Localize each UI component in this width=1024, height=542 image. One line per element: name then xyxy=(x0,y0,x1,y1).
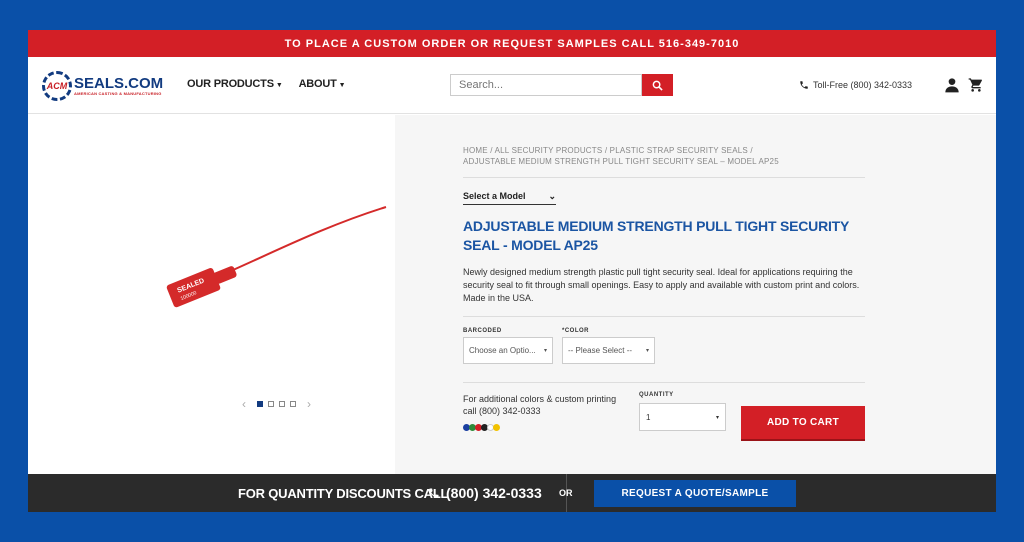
product-gallery: SEALED 100000 ‹ › xyxy=(28,115,395,474)
site-logo[interactable]: ACM SEALS.COM AMERICAN CASTING & MANUFAC… xyxy=(42,71,163,101)
search-button[interactable] xyxy=(642,74,673,96)
color-swatches xyxy=(463,424,500,431)
logo-mark: ACM xyxy=(46,81,68,91)
gallery-dot[interactable] xyxy=(268,401,274,407)
chevron-left-icon[interactable]: ‹ xyxy=(242,397,246,411)
product-description: Newly designed medium strength plastic p… xyxy=(463,267,860,303)
logo-tagline: AMERICAN CASTING & MANUFACTURING xyxy=(74,91,162,96)
gear-logo-icon: ACM xyxy=(42,71,72,101)
caret-down-icon: ▾ xyxy=(543,348,547,354)
tollfree-text: Toll-Free (800) 342-0333 xyxy=(813,80,913,90)
breadcrumb[interactable]: HOME / ALL SECURITY PRODUCTS / PLASTIC S… xyxy=(463,145,863,167)
breadcrumb-line-1[interactable]: HOME / ALL SECURITY PRODUCTS / PLASTIC S… xyxy=(463,145,863,156)
page-frame: TO PLACE A CUSTOM ORDER OR REQUEST SAMPL… xyxy=(28,30,996,512)
barcoded-select-value: Choose an Optio... xyxy=(469,346,536,355)
nav-our-products[interactable]: OUR PRODUCTS ▼ xyxy=(187,78,283,90)
color-select-value: -- Please Select -- xyxy=(568,346,633,355)
barcoded-select[interactable]: Choose an Optio... ▾ xyxy=(463,337,553,364)
add-to-cart-button[interactable]: ADD TO CART xyxy=(741,406,865,439)
user-icon xyxy=(945,78,959,93)
divider xyxy=(463,316,865,317)
nav-about-label: ABOUT xyxy=(298,78,337,90)
quantity-label: QUANTITY xyxy=(639,392,674,398)
barcoded-label: BARCODED xyxy=(463,328,502,334)
or-label: OR xyxy=(559,488,573,498)
color-label: *COLOR xyxy=(562,328,589,334)
additional-colors-info: For additional colors & custom printing … xyxy=(463,394,617,416)
discount-phone-number: (800) 342-0333 xyxy=(446,485,542,501)
cart-button[interactable] xyxy=(968,77,984,98)
quantity-select[interactable]: 1 ▾ xyxy=(639,403,726,431)
discount-phone[interactable]: (800) 342-0333 xyxy=(428,485,542,501)
gallery-controls: ‹ › xyxy=(236,397,317,411)
discount-text: FOR QUANTITY DISCOUNTS CALL xyxy=(238,486,449,501)
promo-banner-text: TO PLACE A CUSTOM ORDER OR REQUEST SAMPL… xyxy=(284,37,740,50)
discount-bar: FOR QUANTITY DISCOUNTS CALL (800) 342-03… xyxy=(28,474,996,512)
product-section: SEALED 100000 ‹ › HOME / ALL SECURITY PR… xyxy=(28,115,996,474)
phone-icon xyxy=(429,488,439,498)
main-nav: OUR PRODUCTS ▼ ABOUT ▼ xyxy=(187,78,346,90)
caret-down-icon: ▼ xyxy=(338,82,346,89)
divider xyxy=(463,382,865,383)
quantity-value: 1 xyxy=(646,412,651,422)
product-title: ADJUSTABLE MEDIUM STRENGTH PULL TIGHT SE… xyxy=(463,218,849,253)
gallery-dot[interactable] xyxy=(290,401,296,407)
caret-down-icon: ▾ xyxy=(715,414,719,421)
caret-down-icon: ▾ xyxy=(645,348,649,354)
tollfree-phone[interactable]: Toll-Free (800) 342-0333 xyxy=(799,80,912,90)
nav-our-products-label: OUR PRODUCTS xyxy=(187,78,274,90)
select-model-dropdown[interactable]: Select a Model ⌄ xyxy=(463,191,556,205)
request-quote-button[interactable]: REQUEST A QUOTE/SAMPLE xyxy=(594,480,796,507)
product-details: HOME / ALL SECURITY PRODUCTS / PLASTIC S… xyxy=(395,115,996,474)
phone-icon xyxy=(800,81,808,89)
gallery-dot[interactable] xyxy=(257,401,263,407)
cart-icon xyxy=(968,78,982,92)
account-button[interactable] xyxy=(944,77,960,98)
chevron-right-icon[interactable]: › xyxy=(307,397,311,411)
divider xyxy=(463,177,865,178)
search-bar xyxy=(450,74,673,96)
search-icon xyxy=(652,80,663,91)
site-header: ACM SEALS.COM AMERICAN CASTING & MANUFAC… xyxy=(28,57,996,114)
color-swatch xyxy=(493,424,500,431)
product-image: SEALED 100000 xyxy=(166,206,387,308)
search-input[interactable] xyxy=(450,74,642,96)
caret-down-icon: ▼ xyxy=(275,82,283,89)
gallery-dot[interactable] xyxy=(279,401,285,407)
breadcrumb-line-2[interactable]: ADJUSTABLE MEDIUM STRENGTH PULL TIGHT SE… xyxy=(463,156,863,167)
color-select[interactable]: -- Please Select -- ▾ xyxy=(562,337,655,364)
chevron-down-icon: ⌄ xyxy=(548,191,556,201)
promo-banner: TO PLACE A CUSTOM ORDER OR REQUEST SAMPL… xyxy=(28,30,996,57)
nav-about[interactable]: ABOUT ▼ xyxy=(299,78,346,90)
logo-text: SEALS.COM xyxy=(74,75,164,92)
select-model-label: Select a Model xyxy=(463,191,526,201)
